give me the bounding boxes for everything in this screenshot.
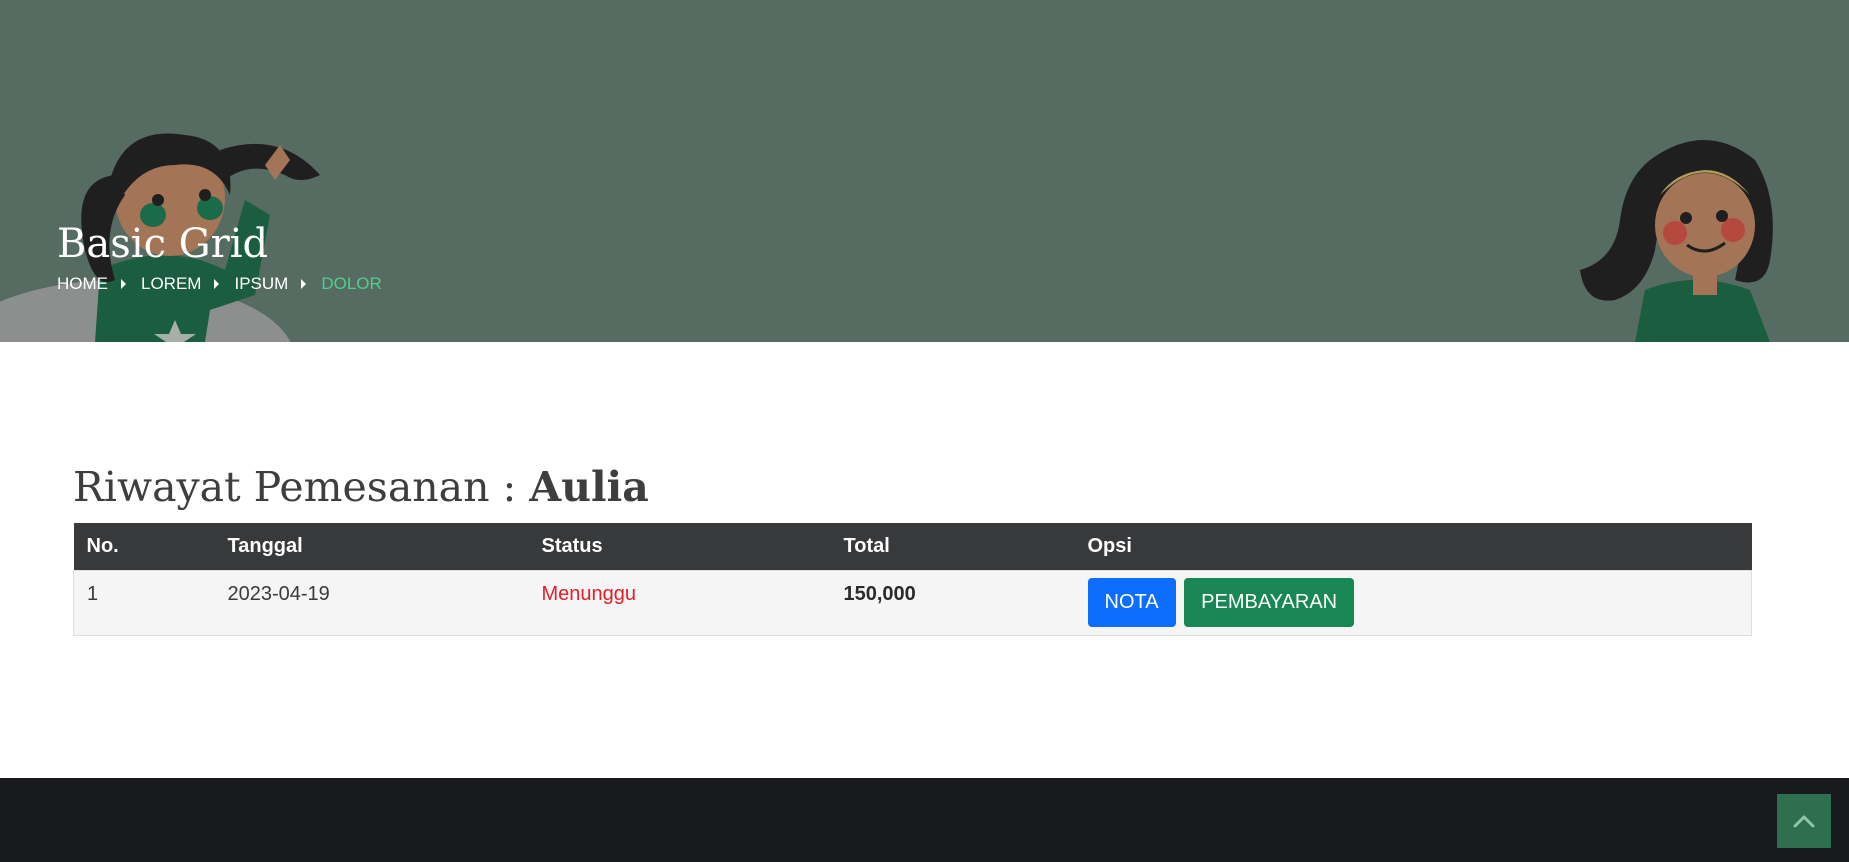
breadcrumb-home[interactable]: HOME [57,274,108,294]
nota-button[interactable]: NOTA [1087,577,1176,627]
order-date-cell: 2023-04-19 [227,582,330,605]
column-header-total: Total [843,534,890,557]
order-total-cell: 150,000 [843,582,916,605]
breadcrumb-dolor-current: DOLOR [321,274,382,293]
breadcrumb-ipsum[interactable]: IPSUM [234,274,288,294]
caret-right-icon [121,279,126,289]
customer-name: Aulia [529,463,649,511]
column-header-opsi: Opsi [1087,534,1132,557]
column-header-no: No. [86,534,119,557]
breadcrumb: HOME LOREM IPSUM DOLOR [57,274,382,294]
girl-smiling-illustration [1580,140,1773,342]
order-options-cell: NOTA PEMBAYARAN [1075,570,1752,635]
order-history-table: No. Tanggal Status Total Opsi 1 2023-04-… [73,523,1752,636]
breadcrumb-lorem[interactable]: LOREM [141,274,201,294]
page-hero: Basic Grid HOME LOREM IPSUM DOLOR [0,0,1849,342]
order-history-heading: Riwayat Pemesanan : Aulia [73,462,649,512]
back-to-top-button[interactable] [1777,794,1831,848]
column-header-tanggal: Tanggal [227,534,303,557]
table-header-row: No. Tanggal Status Total Opsi [73,523,1752,570]
chevron-up-icon [1793,815,1815,828]
page-footer [0,778,1849,862]
caret-right-icon [214,279,220,289]
pembayaran-button[interactable]: PEMBAYARAN [1184,577,1355,627]
page-title: Basic Grid [57,221,269,267]
table-row: 1 2023-04-19 Menunggu 150,000 NOTA PEMBA… [73,570,1752,635]
caret-right-icon [301,279,307,289]
order-number-cell: 1 [87,582,99,605]
status-badge: Menunggu [541,582,637,605]
column-header-status: Status [541,534,603,557]
order-history-heading-prefix: Riwayat Pemesanan : [73,463,517,511]
